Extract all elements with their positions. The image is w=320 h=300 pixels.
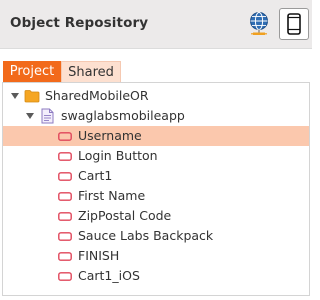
expand-caret-icon[interactable] [26, 113, 34, 119]
tree-node-root[interactable]: SharedMobileOR [3, 86, 309, 106]
mobile-phone-icon [287, 13, 301, 35]
tree-object-item[interactable]: Cart1_iOS [3, 266, 309, 286]
tree-object-label: Cart1 [78, 168, 113, 183]
tree-object-item[interactable]: ZipPostal Code [3, 206, 309, 226]
folder-icon [24, 90, 40, 103]
tree-object-label: Username [78, 128, 142, 143]
tree-object-item[interactable]: Login Button [3, 146, 309, 166]
mobile-object-icon [58, 252, 72, 261]
mobile-object-icon [58, 192, 72, 201]
expand-caret-icon[interactable] [11, 93, 19, 99]
tree-object-label: Sauce Labs Backpack [78, 228, 214, 243]
web-mode-button[interactable] [244, 8, 274, 40]
tree-node-app[interactable]: swaglabsmobileapp [3, 106, 309, 126]
tree-object-item[interactable]: Cart1 [3, 166, 309, 186]
tree-object-item[interactable]: First Name [3, 186, 309, 206]
tree-object-label: FINISH [78, 248, 120, 263]
object-tree: SharedMobileOR swaglabsmobileapp Usernam… [2, 82, 310, 296]
tab-project[interactable]: Project [3, 61, 61, 82]
mobile-object-icon [58, 172, 72, 181]
file-icon [41, 108, 54, 124]
tree-object-item[interactable]: Username [3, 126, 309, 146]
tree-node-root-label: SharedMobileOR [45, 88, 149, 103]
tree-object-label: First Name [78, 188, 146, 203]
tree-object-label: Login Button [78, 148, 158, 163]
panel-header: Object Repository [0, 0, 312, 49]
object-repository-panel: Object Repository Project Shared SharedM… [0, 0, 312, 300]
tab-shared[interactable]: Shared [61, 61, 121, 82]
mobile-object-icon [58, 272, 72, 281]
mobile-object-icon [58, 232, 72, 241]
tree-object-item[interactable]: Sauce Labs Backpack [3, 226, 309, 246]
panel-title: Object Repository [10, 15, 149, 31]
tree-object-item[interactable]: FINISH [3, 246, 309, 266]
tree-object-label: ZipPostal Code [78, 208, 172, 223]
tree-node-app-label: swaglabsmobileapp [61, 108, 185, 123]
mobile-object-icon [58, 152, 72, 161]
mobile-mode-button[interactable] [279, 8, 309, 40]
globe-icon [250, 12, 268, 35]
mobile-object-icon [58, 132, 72, 141]
tree-object-label: Cart1_iOS [78, 268, 140, 283]
mobile-object-icon [58, 212, 72, 221]
